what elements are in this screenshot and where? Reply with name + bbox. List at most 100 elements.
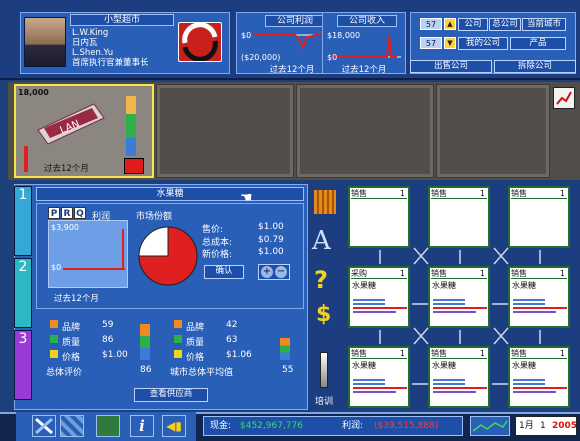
pencils-icon[interactable] xyxy=(314,190,336,214)
date-month: 1月 xyxy=(519,421,534,431)
training-button[interactable]: 培训 xyxy=(315,394,333,407)
cell-header: 销售 1 xyxy=(431,349,487,359)
cost-value: $0.79 xyxy=(258,235,284,245)
revenue-bottom-value: $0 xyxy=(327,53,338,62)
city-brand-label: 品牌 xyxy=(186,323,205,333)
decrease-price-icon[interactable]: − xyxy=(275,266,287,278)
slot-red-line xyxy=(24,146,28,172)
store-cell[interactable]: 销售 1 xyxy=(348,186,410,248)
new-price-value: $1.00 xyxy=(258,247,284,257)
store-cell[interactable]: 销售 1 xyxy=(428,186,490,248)
store-cell[interactable]: 采购 1 水果糖 xyxy=(348,266,410,328)
city-brand-icon xyxy=(174,320,182,328)
my-company-button[interactable]: 我的公司 xyxy=(458,37,508,50)
company-button[interactable]: 公司 xyxy=(458,18,488,31)
cell-stat-lines xyxy=(433,379,487,395)
store-cell[interactable]: 销售 1 水果糖 xyxy=(508,346,570,408)
bottom-profit-value: ($39,515,888) xyxy=(374,421,439,431)
side-tab-3[interactable]: 3 xyxy=(14,330,32,400)
cell-product: 水果糖 xyxy=(512,281,536,290)
cell-product: 水果糖 xyxy=(352,361,376,370)
city-overall-bar xyxy=(280,338,290,360)
quality-icon xyxy=(50,335,58,343)
cell-number: 1 xyxy=(399,189,405,198)
company-logo[interactable] xyxy=(178,22,222,62)
training-tube-icon xyxy=(320,352,328,388)
manager-line-3: L.Shen.Yu xyxy=(72,48,114,58)
bottom-profit-label: 利润: xyxy=(342,421,364,431)
cell-header: 销售 1 xyxy=(511,349,567,359)
city-price-icon xyxy=(174,350,182,358)
manager-line-4: 首席执行官兼董事长 xyxy=(72,58,149,68)
finance-bar: 现金: $452,967,776 利润: ($39,515,888) xyxy=(203,416,463,436)
tab-q[interactable]: Q xyxy=(74,207,86,219)
cell-header: 销售 1 xyxy=(511,189,567,199)
cell-title: 采购 xyxy=(351,269,367,278)
tools-icon[interactable] xyxy=(32,415,56,437)
current-city-button[interactable]: 当前城市 xyxy=(522,18,566,31)
cell-product: 水果糖 xyxy=(432,361,456,370)
overall-bar xyxy=(140,324,150,360)
cell-stat-lines xyxy=(433,299,487,315)
cell-header: 销售 1 xyxy=(431,189,487,199)
store-cell[interactable]: 销售 1 水果糖 xyxy=(428,346,490,408)
slot-bar xyxy=(126,96,136,156)
arrow-up-icon[interactable]: ▲ xyxy=(444,18,456,30)
overall-label: 总体评价 xyxy=(46,368,83,378)
manager-info: L.W.King 日内瓦 L.Shen.Yu 首席执行官兼董事长 xyxy=(72,28,192,68)
product-title: 水果糖 xyxy=(36,187,304,201)
confirm-button[interactable]: 确认 xyxy=(204,265,244,279)
product-button[interactable]: 产品 xyxy=(510,37,566,50)
shelf-slot-4[interactable] xyxy=(436,84,550,178)
dollar-icon[interactable]: $ xyxy=(316,302,331,327)
cell-title: 销售 xyxy=(431,349,447,358)
world-icon[interactable] xyxy=(96,415,120,437)
mini-chart-icon[interactable] xyxy=(470,416,510,436)
cell-title: 销售 xyxy=(431,189,447,198)
slot-subtitle: 过去12个月 xyxy=(44,164,89,174)
cell-number: 1 xyxy=(399,269,405,278)
city-overall-value: 55 xyxy=(282,365,294,375)
store-cell[interactable]: 销售 1 水果糖 xyxy=(348,346,410,408)
cell-title: 销售 xyxy=(431,269,447,278)
side-tab-2[interactable]: 2 xyxy=(14,258,32,328)
price-rating-label: 价格 xyxy=(62,353,81,363)
demolish-company-button[interactable]: 拆除公司 xyxy=(494,60,576,73)
increase-price-icon[interactable]: + xyxy=(261,266,273,278)
game-date: 1月 1 2005 xyxy=(515,416,577,436)
manager-line-1: L.W.King xyxy=(72,28,109,38)
tab-p[interactable]: P xyxy=(48,207,60,219)
company-revenue-panel[interactable]: 公司收入 $18,000 $0 过去12个月 xyxy=(322,12,406,75)
sell-company-button[interactable]: 出售公司 xyxy=(410,60,492,73)
arrow-down-icon[interactable]: ▼ xyxy=(444,37,456,49)
quality-value: 86 xyxy=(102,335,114,345)
manager-portrait[interactable] xyxy=(24,17,66,67)
product-profit-graph: $3,900 $0 xyxy=(48,220,128,288)
cell-title: 销售 xyxy=(511,189,527,198)
speed-icon[interactable]: ◀▮ xyxy=(162,415,186,437)
slot-red-indicator xyxy=(124,158,144,174)
help-icon[interactable]: ? xyxy=(314,266,328,294)
store-cell[interactable]: 销售 1 水果糖 xyxy=(508,266,570,328)
profit-bottom-value: ($20,000) xyxy=(241,53,281,62)
store-cell[interactable]: 销售 1 水果糖 xyxy=(428,266,490,328)
headquarters-button[interactable]: 总公司 xyxy=(489,18,521,31)
city-quality-icon xyxy=(174,335,182,343)
compass-icon[interactable]: A xyxy=(312,226,331,256)
side-tab-1[interactable]: 1 xyxy=(14,186,32,256)
map-icon[interactable] xyxy=(60,415,84,437)
info-icon[interactable]: i xyxy=(130,415,154,437)
shelf-slot-2[interactable] xyxy=(156,84,294,178)
cell-header: 销售 1 xyxy=(431,269,487,279)
cell-header: 采购 1 xyxy=(351,269,407,279)
cell-header: 销售 1 xyxy=(511,269,567,279)
shelf-slot-3[interactable] xyxy=(296,84,434,178)
price-value: $1.00 xyxy=(258,222,284,232)
shelf-slot-1[interactable]: 18,000 LAN 过去12个月 xyxy=(14,84,154,178)
tab-r[interactable]: R xyxy=(61,207,73,219)
cell-number: 1 xyxy=(559,189,565,198)
view-suppliers-button[interactable]: 查看供应商 xyxy=(134,388,208,402)
city-number-box-1: 57 xyxy=(420,18,442,30)
graph-icon[interactable] xyxy=(553,87,575,109)
store-cell[interactable]: 销售 1 xyxy=(508,186,570,248)
